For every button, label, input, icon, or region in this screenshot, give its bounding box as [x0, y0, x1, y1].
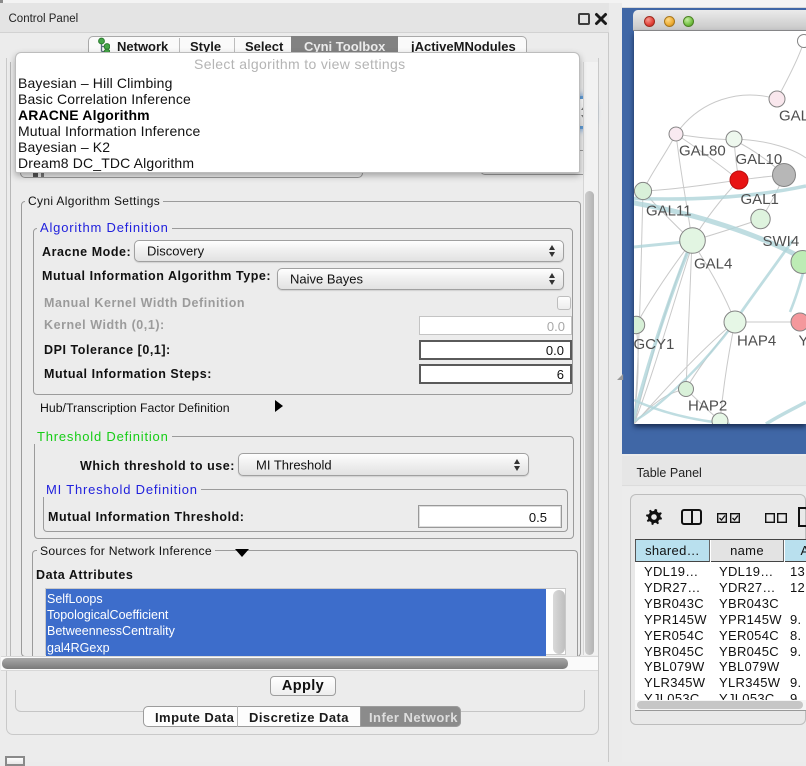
svg-text:HAP2: HAP2 [688, 398, 727, 415]
svg-text:GAL1: GAL1 [741, 191, 779, 208]
svg-text:GAL10: GAL10 [736, 151, 783, 168]
svg-text:GAL7: GAL7 [779, 108, 806, 125]
svg-text:GAL80: GAL80 [679, 143, 726, 160]
svg-text:SWI4: SWI4 [763, 233, 800, 250]
svg-text:GAL4: GAL4 [694, 256, 732, 273]
svg-text:GCY1: GCY1 [634, 336, 674, 353]
svg-text:GAL11: GAL11 [646, 203, 692, 220]
svg-text:YJ: YJ [799, 333, 806, 350]
svg-text:HAP4: HAP4 [737, 333, 776, 350]
